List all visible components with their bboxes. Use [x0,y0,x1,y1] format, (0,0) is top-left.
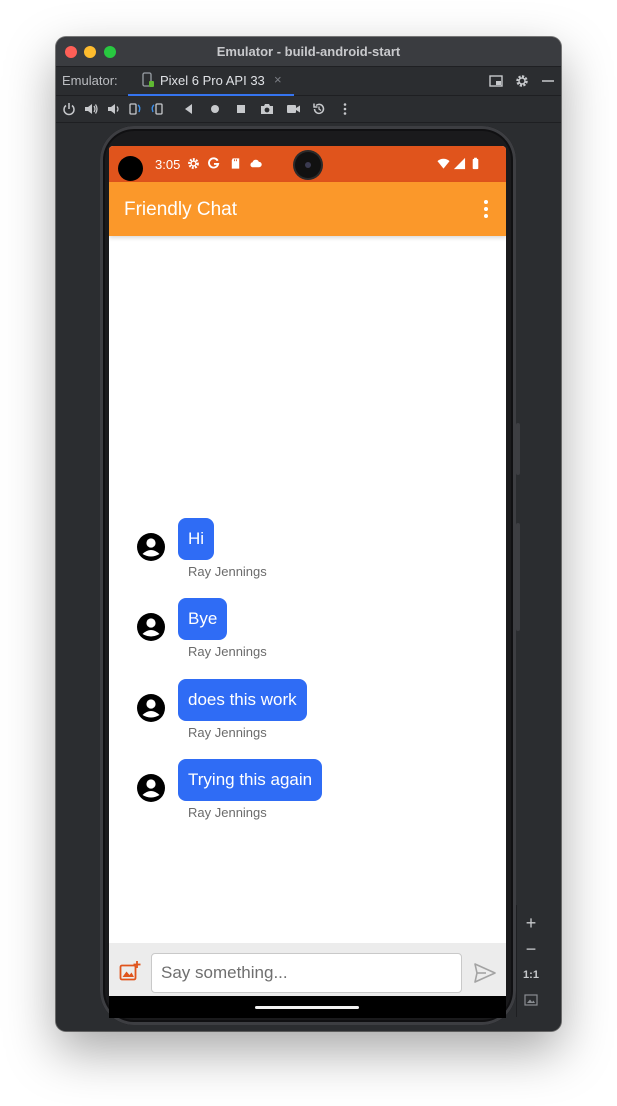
home-icon[interactable] [207,101,223,117]
message-input[interactable] [151,953,462,993]
avatar-icon [137,694,165,722]
message-sender: Ray Jennings [188,725,267,740]
send-icon[interactable] [473,961,497,985]
tab-device[interactable]: Pixel 6 Pro API 33 × [128,67,294,96]
avatar-icon [137,613,165,641]
cell-signal-icon [453,157,466,170]
gear-icon[interactable] [514,73,530,89]
status-bar: 3:05 [109,146,506,182]
message-item: Bye Ray Jennings [109,598,506,668]
snapshot-icon[interactable] [311,101,327,117]
message-sender: Ray Jennings [188,564,267,579]
back-icon[interactable] [181,101,197,117]
message-item: Hi Ray Jennings [109,518,506,588]
tab-bar: Emulator: Pixel 6 Pro API 33 × [56,67,561,96]
screenshot-icon[interactable] [259,101,275,117]
message-bubble: Trying this again [178,759,323,801]
zoom-1-1-button[interactable]: 1:1 [517,963,545,987]
window-title: Emulator - build-android-start [216,44,401,59]
rotate-right-icon[interactable] [149,101,165,117]
phone-side-button [516,423,520,475]
message-item: Trying this again Ray Jennings [109,759,506,829]
phone-icon [142,72,154,87]
zoom-panel: + − 1:1 [516,905,545,1017]
phone-volume-button [516,523,520,631]
window-layout-icon[interactable] [488,73,504,89]
zoom-out-button[interactable]: − [517,937,545,961]
message-bubble: does this work [178,679,307,721]
device-area: 3:05 Friendly Chat Hi Ray Jennings Bye R… [56,123,561,1031]
more-icon[interactable] [337,101,353,117]
front-camera [295,152,321,178]
avatar-icon [137,533,165,561]
overview-icon[interactable] [233,101,249,117]
message-bubble: Hi [178,518,215,560]
phone-screen: 3:05 Friendly Chat Hi Ray Jennings Bye R… [109,146,506,996]
status-time: 3:05 [155,157,181,172]
power-icon[interactable] [61,101,77,117]
emulator-label: Emulator: [62,73,118,88]
navigation-bar [109,996,506,1018]
zoom-in-button[interactable]: + [517,911,545,935]
avatar-icon [137,774,165,802]
wifi-icon [437,158,450,169]
emulator-window: Emulator - build-android-start Emulator:… [56,37,561,1031]
volume-down-icon[interactable] [105,101,121,117]
fit-screen-icon[interactable] [524,993,538,1007]
window-titlebar: Emulator - build-android-start [56,37,561,67]
emulator-toolbar [56,96,561,123]
battery-icon [472,157,479,170]
add-image-icon[interactable] [118,959,142,983]
message-item: does this work Ray Jennings [109,679,506,749]
gesture-handle[interactable] [255,1006,359,1009]
app-title: Friendly Chat [124,199,237,220]
app-bar: Friendly Chat [109,182,506,236]
volume-up-icon[interactable] [83,101,99,117]
close-icon[interactable]: × [274,72,282,87]
screen-record-icon[interactable] [285,101,301,117]
minimize-icon[interactable] [540,73,556,89]
google-icon [208,157,220,169]
message-sender: Ray Jennings [188,805,267,820]
cloud-icon [250,159,262,168]
sd-card-icon [231,158,240,169]
settings-icon [188,158,199,169]
overflow-menu-icon[interactable] [474,197,498,221]
rotate-left-icon[interactable] [127,101,143,117]
message-sender: Ray Jennings [188,644,267,659]
message-input-bar [109,943,506,996]
message-bubble: Bye [178,598,228,640]
tab-label: Pixel 6 Pro API 33 [160,73,265,88]
camera-dot [118,156,143,181]
